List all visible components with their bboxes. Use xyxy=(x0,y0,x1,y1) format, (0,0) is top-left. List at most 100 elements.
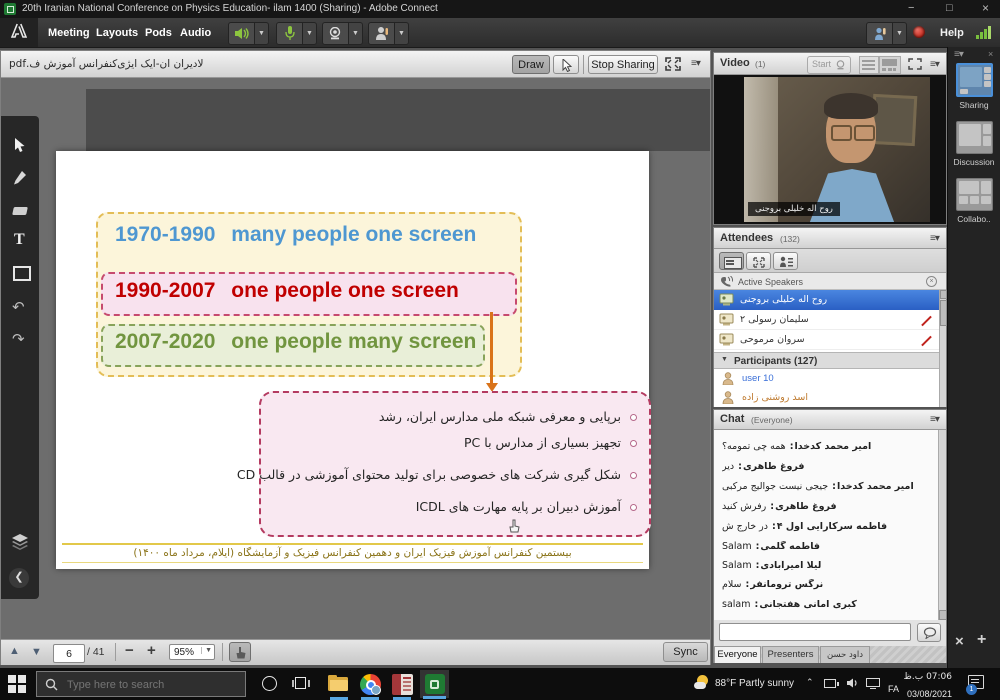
zoom-in-button[interactable]: + xyxy=(147,642,156,659)
start-webcam-button[interactable]: Start xyxy=(807,56,851,74)
attendee-row[interactable]: سروان مرموحی xyxy=(714,330,939,350)
selection-tool-icon[interactable] xyxy=(14,138,26,153)
draw-button[interactable]: Draw xyxy=(512,55,550,74)
drawing-toolbar: T ↶ ↷ ❮ xyxy=(1,116,39,599)
tray-chevron-icon[interactable]: ⌃ xyxy=(806,677,814,688)
attendee-row-selected[interactable]: روح اله خلیلی بروجنی xyxy=(714,290,939,310)
maximize-button[interactable]: □ xyxy=(946,2,953,14)
raise-hand-dropdown[interactable]: ▼ xyxy=(892,22,907,45)
fullscreen-icon[interactable] xyxy=(663,56,685,73)
attendee-row[interactable]: سلیمان رسولی ۲ xyxy=(714,310,939,330)
share-pod-menu-icon[interactable]: ≡▾ xyxy=(691,58,700,69)
redo-icon[interactable]: ↷ xyxy=(12,330,25,348)
cortana-icon[interactable] xyxy=(262,676,277,691)
close-button[interactable]: × xyxy=(982,1,989,15)
bullet-marker xyxy=(630,414,637,421)
bullets-box: برپایی و معرفی شبکه ملی مدارس ایران، رشد… xyxy=(259,391,651,537)
microphone-dropdown[interactable]: ▼ xyxy=(302,22,317,45)
rail-add-pod-icon[interactable]: + xyxy=(977,631,986,649)
menu-item-audio[interactable]: Audio xyxy=(180,27,211,39)
chat-message: کبری امانی هفتجانی salam xyxy=(722,599,932,610)
sync-button[interactable]: Sync xyxy=(663,642,708,662)
attendees-pod-menu-icon[interactable]: ≡▾ xyxy=(930,233,939,244)
status-dropdown[interactable]: ▼ xyxy=(394,22,409,45)
attendee-list-view-button[interactable] xyxy=(719,252,744,270)
chat-tab-private[interactable]: داود حسن بیر xyxy=(820,646,870,663)
tray-battery-icon[interactable] xyxy=(824,679,838,688)
chat-tab-presenters[interactable]: Presenters xyxy=(762,646,819,663)
active-speakers-close-icon[interactable]: × xyxy=(926,276,937,287)
zoom-out-button[interactable]: − xyxy=(125,642,134,659)
status-button[interactable] xyxy=(368,22,396,45)
undo-icon[interactable]: ↶ xyxy=(12,298,25,316)
speaker-dropdown[interactable]: ▼ xyxy=(254,22,269,45)
page-down-button[interactable]: ▼ xyxy=(31,646,42,658)
participants-section-header[interactable]: ▼ Participants (127) xyxy=(714,352,939,369)
text-tool-icon[interactable]: T xyxy=(14,231,25,249)
raise-hand-button[interactable] xyxy=(866,22,894,45)
recording-indicator[interactable] xyxy=(913,26,925,38)
taskbar-search[interactable] xyxy=(36,671,246,697)
start-button[interactable] xyxy=(8,675,26,693)
menu-item-pods[interactable]: Pods xyxy=(145,27,172,39)
help-link[interactable]: Help xyxy=(940,27,964,39)
header-separator xyxy=(583,55,584,74)
attendee-name: سلیمان رسولی ۲ xyxy=(740,314,809,325)
microphone-button[interactable] xyxy=(276,22,304,45)
minimize-button[interactable]: − xyxy=(908,2,914,14)
tray-network-icon[interactable] xyxy=(866,678,881,689)
layers-icon[interactable] xyxy=(11,534,29,550)
layout-thumbnail-discussion[interactable] xyxy=(956,121,993,154)
pan-tool-button[interactable] xyxy=(229,642,251,662)
shape-tool-icon[interactable] xyxy=(13,266,31,281)
layout-rail-menu-icon[interactable]: ≡▾ xyxy=(954,49,963,60)
taskbar-clock[interactable]: 07:06 ب.ظ FA 03/08/2021 xyxy=(888,672,952,697)
webcam-button[interactable] xyxy=(322,22,350,45)
task-view-icon[interactable] xyxy=(292,677,310,691)
start-webcam-label: Start xyxy=(812,59,831,69)
layout-rail-close-icon[interactable]: × xyxy=(988,49,993,59)
attendees-scrollbar[interactable] xyxy=(939,290,946,407)
eraser-tool-icon[interactable] xyxy=(12,204,28,216)
chat-pod-menu-icon[interactable]: ≡▾ xyxy=(930,414,939,425)
chrome-icon[interactable] xyxy=(360,674,381,695)
layout-thumbnail-collaboration[interactable] xyxy=(956,178,993,211)
collapse-toolbar-icon[interactable]: ❮ xyxy=(9,568,29,588)
video-fullscreen-icon[interactable] xyxy=(907,57,923,76)
send-chat-button[interactable] xyxy=(917,623,941,642)
video-pod-title: Video xyxy=(720,57,750,69)
bullet-marker xyxy=(630,472,637,479)
video-grid-view-button[interactable] xyxy=(859,56,879,74)
connection-status-icon[interactable] xyxy=(976,26,994,39)
webcam-dropdown[interactable]: ▼ xyxy=(348,22,363,45)
marker-tool-icon[interactable] xyxy=(13,171,27,186)
notification-center-icon[interactable]: 1 xyxy=(966,674,988,694)
tray-speaker-icon[interactable] xyxy=(846,677,859,689)
taskbar-weather[interactable]: 88°F Partly sunny xyxy=(694,673,812,695)
stop-sharing-button[interactable]: Stop Sharing xyxy=(588,55,658,74)
video-pod: Video (1) Start xyxy=(713,52,947,225)
chat-tab-everyone[interactable]: Everyone xyxy=(714,646,761,663)
participant-row[interactable]: user 10 xyxy=(714,369,939,388)
adobe-connect-taskbar-icon[interactable] xyxy=(420,670,449,698)
video-filmstrip-view-button[interactable] xyxy=(879,56,901,74)
attendee-status-view-button[interactable] xyxy=(773,252,798,270)
menu-item-meeting[interactable]: Meeting xyxy=(48,27,90,39)
participant-row[interactable]: اسد روشنی زاده xyxy=(714,388,939,407)
search-input[interactable] xyxy=(65,674,241,696)
page-number-input[interactable] xyxy=(53,644,85,663)
chat-scrollbar[interactable] xyxy=(938,430,946,620)
chat-input[interactable] xyxy=(719,623,911,641)
file-explorer-icon[interactable] xyxy=(328,675,350,693)
layout-thumbnail-sharing[interactable] xyxy=(956,63,993,97)
zoom-level-select[interactable]: 95% ▼ xyxy=(169,644,215,660)
speaker-button[interactable] xyxy=(228,22,256,45)
video-pod-menu-icon[interactable]: ≡▾ xyxy=(930,59,939,70)
chat-tabs-bar: Everyone Presenters داود حسن بیر xyxy=(714,646,946,663)
page-up-button[interactable]: ▲ xyxy=(9,645,20,657)
rail-close-pod-icon[interactable]: × xyxy=(955,633,964,650)
attendee-breakout-view-button[interactable] xyxy=(746,252,771,270)
menu-item-layouts[interactable]: Layouts xyxy=(96,27,138,39)
pointer-tool-button[interactable] xyxy=(553,55,579,74)
access-icon[interactable] xyxy=(392,674,413,695)
